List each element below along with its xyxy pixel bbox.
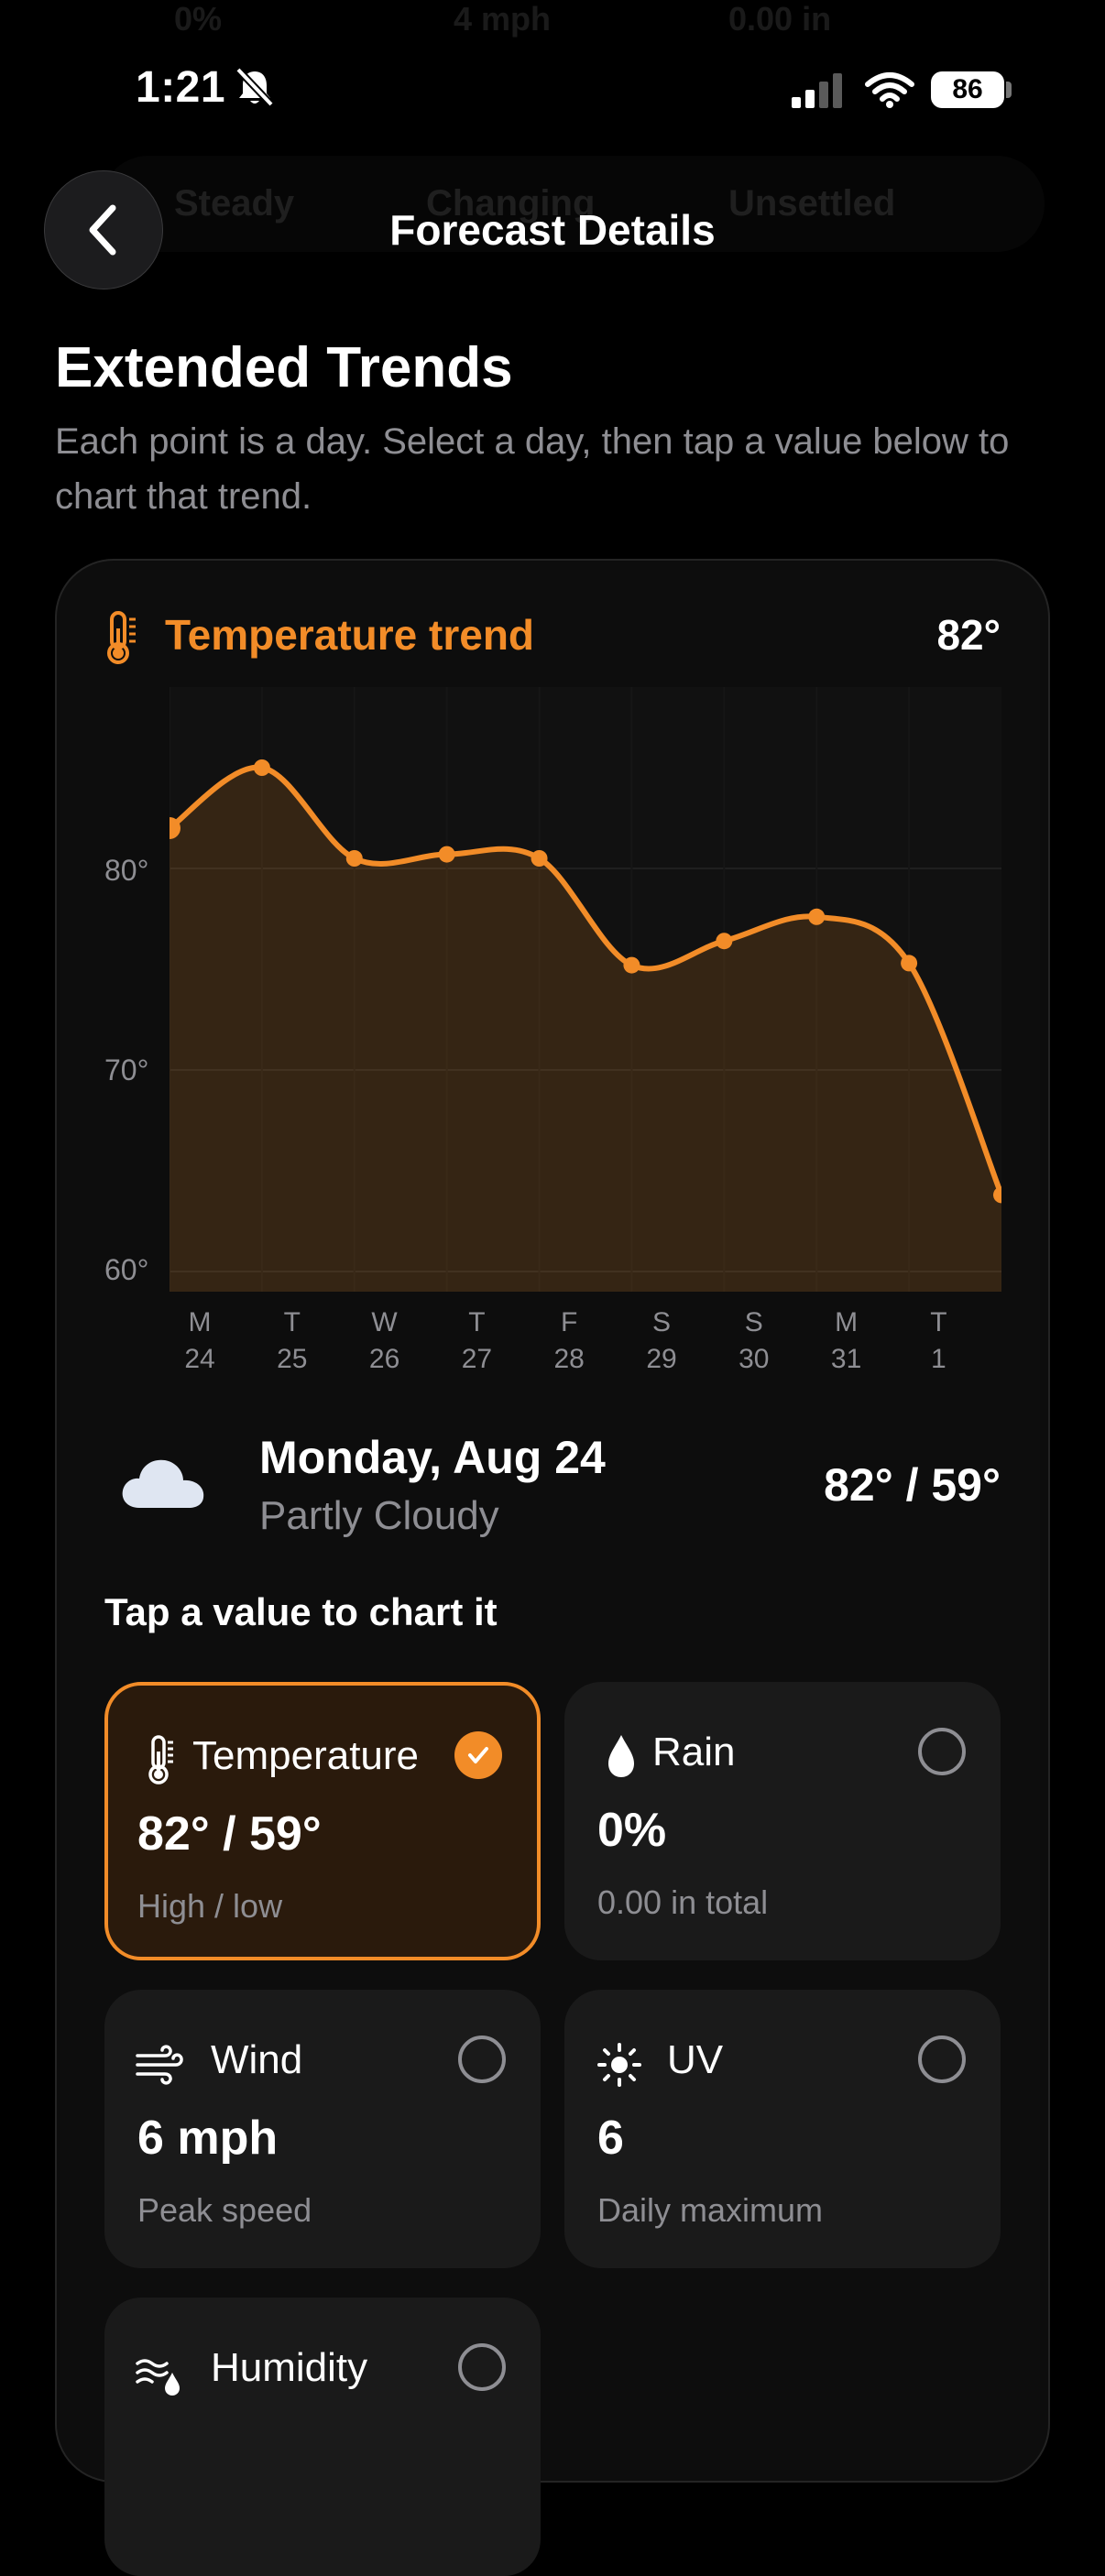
metric-tile-wind[interactable]: Wind 6 mph Peak speed bbox=[104, 1990, 541, 2268]
radio-button bbox=[458, 2036, 506, 2083]
ghost-value: 0.00 in bbox=[728, 0, 832, 38]
cellular-signal-icon bbox=[792, 73, 842, 108]
metric-tile-caption: Daily maximum bbox=[597, 2191, 824, 2229]
chart-point bbox=[901, 955, 918, 972]
battery-nub bbox=[1006, 82, 1012, 98]
x-tick-label: T 27 bbox=[461, 1307, 493, 1374]
metric-tile-name: Wind bbox=[211, 2037, 303, 2082]
trend-label: Temperature trend bbox=[165, 611, 535, 659]
selected-day-temps: 82° / 59° bbox=[824, 1459, 1001, 1511]
scrolled-content-row: 0% 4 mph 0.00 in bbox=[0, 0, 1105, 38]
raindrop-icon bbox=[608, 1735, 634, 1777]
section-title: Extended Trends bbox=[55, 336, 513, 399]
humidity-icon bbox=[136, 2359, 180, 2396]
x-tick-label: F 28 bbox=[553, 1307, 585, 1374]
ghost-value: 0% bbox=[174, 0, 223, 38]
metric-tile-value: 0% bbox=[597, 1804, 667, 1857]
metric-tile-value: 6 bbox=[597, 2112, 624, 2165]
bell-slash-icon bbox=[235, 67, 274, 107]
wind-icon bbox=[136, 2045, 183, 2085]
metric-tile-caption: Peak speed bbox=[137, 2191, 312, 2229]
radio-button bbox=[918, 2036, 966, 2083]
metric-tile-value: 82° / 59° bbox=[137, 1807, 322, 1861]
trend-value: 82° bbox=[936, 611, 1001, 659]
metric-tile-name: Humidity bbox=[211, 2345, 368, 2390]
x-tick-label: T1 bbox=[930, 1307, 947, 1374]
x-tick-label: W 26 bbox=[368, 1307, 400, 1374]
checkmark-icon bbox=[454, 1731, 502, 1779]
chart-point bbox=[623, 956, 640, 974]
metric-tile-uv[interactable]: UV 6 Daily maximum bbox=[564, 1990, 1001, 2268]
y-tick-label: 80° bbox=[104, 854, 149, 887]
section-subtitle: Each point is a day. Select a day, then … bbox=[55, 421, 1010, 517]
status-time: 1:21 bbox=[136, 63, 226, 112]
chart-point bbox=[438, 846, 455, 863]
x-tick-label: M 31 bbox=[830, 1307, 862, 1374]
chart-point bbox=[716, 933, 733, 950]
metric-tile-caption: 0.00 in total bbox=[597, 1883, 769, 1921]
sun-icon bbox=[597, 2043, 641, 2087]
temperature-chart[interactable] bbox=[170, 687, 1001, 1292]
tap-hint: Tap a value to chart it bbox=[104, 1590, 498, 1633]
y-tick-label: 70° bbox=[104, 1053, 149, 1086]
thermometer-icon bbox=[148, 1735, 173, 1785]
metric-tile-name: Temperature bbox=[192, 1733, 420, 1778]
metric-tile-name: Rain bbox=[652, 1730, 736, 1774]
x-tick-label: S 30 bbox=[738, 1307, 770, 1374]
metric-tile-humidity[interactable]: Humidity bbox=[104, 2298, 541, 2576]
x-tick-label: T 25 bbox=[277, 1307, 308, 1374]
metric-tile-rain[interactable]: Rain 0% 0.00 in total bbox=[564, 1682, 1001, 1960]
chart-point bbox=[345, 850, 363, 867]
x-tick-label: M 24 bbox=[184, 1307, 215, 1374]
battery-indicator: 86 bbox=[931, 71, 1004, 108]
chart-point bbox=[253, 759, 270, 776]
metric-tile-value: 6 mph bbox=[137, 2112, 279, 2165]
metric-tile-temperature[interactable]: Temperature 82° / 59° High / low bbox=[104, 1682, 541, 1960]
thermometer-icon bbox=[107, 611, 136, 664]
wifi-icon bbox=[865, 72, 914, 108]
x-tick-label: S 29 bbox=[646, 1307, 677, 1374]
ghost-value: 4 mph bbox=[454, 0, 552, 38]
chart-point bbox=[531, 850, 548, 867]
chart-point bbox=[808, 908, 826, 925]
metric-tile-caption: High / low bbox=[137, 1887, 283, 1925]
selected-day-title: Monday, Aug 24 bbox=[259, 1432, 606, 1483]
metric-tile-name: UV bbox=[667, 2037, 724, 2082]
cloud-icon bbox=[122, 1459, 204, 1508]
nav-title: Forecast Details bbox=[389, 206, 716, 254]
y-tick-label: 60° bbox=[104, 1253, 149, 1286]
radio-button bbox=[458, 2343, 506, 2391]
selected-day-condition: Partly Cloudy bbox=[259, 1493, 499, 1538]
radio-button bbox=[918, 1728, 966, 1775]
